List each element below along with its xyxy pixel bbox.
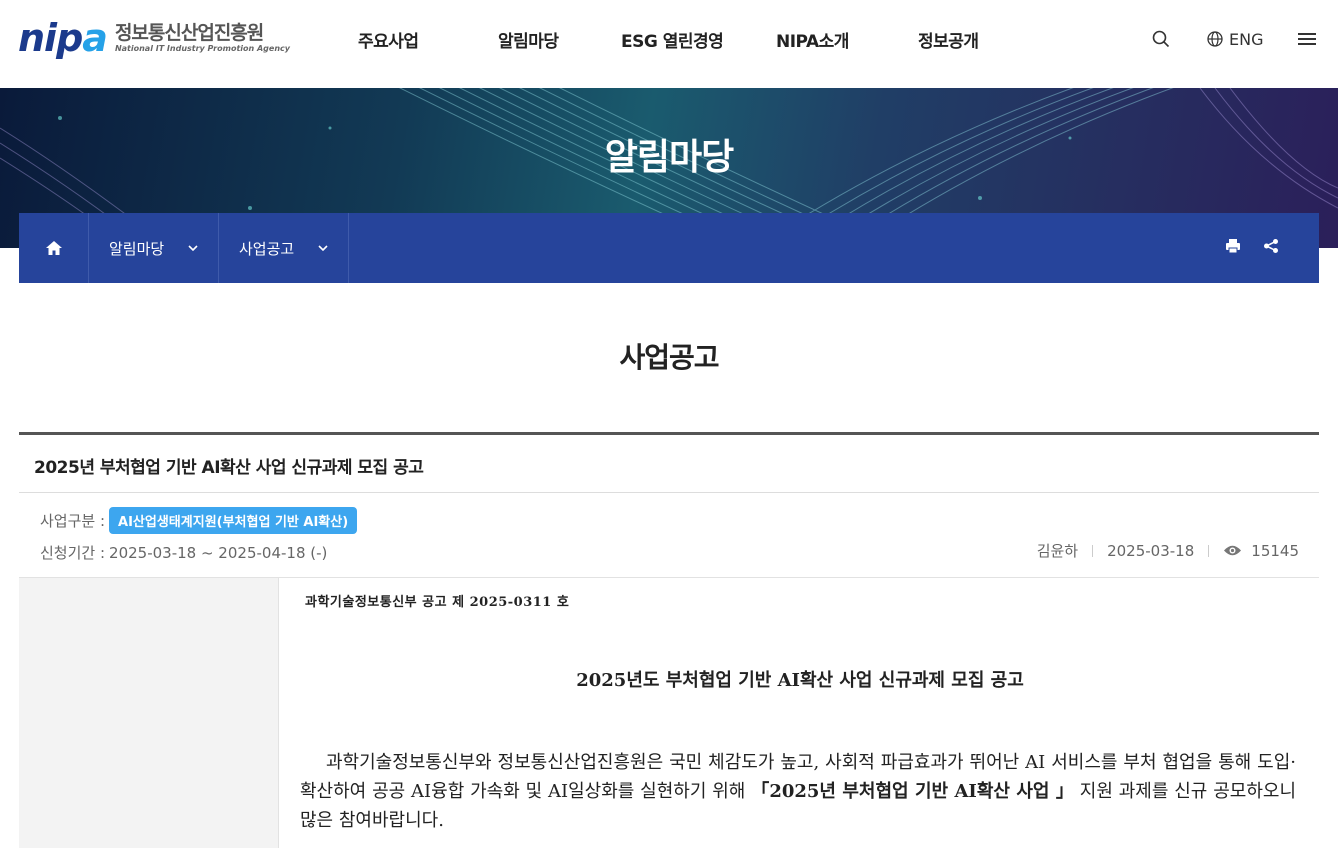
home-icon bbox=[45, 241, 62, 255]
post-title: 2025년 부처협업 기반 AI확산 사업 신규과제 모집 공고 bbox=[34, 458, 424, 478]
period-value: 2025-03-18 ~ 2025-04-18 (-) bbox=[109, 543, 328, 562]
divider bbox=[19, 492, 1319, 493]
document-title: 2025년도 부처협업 기반 AI확산 사업 신규과제 모집 공고 bbox=[576, 670, 1024, 691]
language-label: ENG bbox=[1229, 29, 1264, 49]
chevron-down-icon bbox=[318, 245, 328, 251]
logo-korean-name: 정보통신산업진흥원 bbox=[114, 22, 264, 44]
location-bar: 알림마당 사업공고 bbox=[19, 213, 1319, 283]
nav-item-main-business[interactable]: 주요사업 bbox=[358, 27, 419, 52]
document-number: 과학기술정보통신부 공고 제 2025-0311 호 bbox=[305, 595, 570, 610]
attachment-panel bbox=[19, 578, 279, 848]
site-logo[interactable]: nipa 정보통신산업진흥원 National IT Industry Prom… bbox=[18, 18, 290, 58]
logo-english-name: National IT Industry Promotion Agency bbox=[114, 44, 290, 53]
share-icon[interactable] bbox=[1263, 238, 1279, 254]
banner-title: 알림마당 bbox=[604, 137, 734, 178]
search-button[interactable] bbox=[1152, 28, 1170, 50]
language-button[interactable]: ENG bbox=[1207, 28, 1263, 50]
category-label: 사업구분 : bbox=[40, 512, 106, 530]
post-date: 2025-03-18 bbox=[1107, 541, 1195, 560]
home-button[interactable] bbox=[19, 213, 89, 283]
location-depth2-label: 사업공고 bbox=[239, 239, 295, 258]
nav-item-disclosure[interactable]: 정보공개 bbox=[918, 27, 979, 52]
nav-item-about[interactable]: NIPA소개 bbox=[776, 27, 849, 52]
logo-mark: nipa bbox=[18, 16, 108, 60]
location-dropdown-depth1[interactable]: 알림마당 bbox=[89, 213, 219, 283]
category-badge: AI산업생태계지원(부처협업 기반 AI확산) bbox=[109, 507, 358, 534]
site-header: nipa 정보통신산업진흥원 National IT Industry Prom… bbox=[0, 0, 1338, 88]
post-meta: 김윤하 2025-03-18 15145 bbox=[1037, 540, 1299, 561]
document-body: 과학기술정보통신부와 정보통신산업진흥원은 국민 체감도가 높고, 사회적 파급… bbox=[300, 752, 1296, 831]
location-dropdown-depth2[interactable]: 사업공고 bbox=[219, 213, 349, 283]
post-category: 사업구분 : AI산업생태계지원(부처협업 기반 AI확산) bbox=[40, 507, 358, 534]
nav-item-esg[interactable]: ESG 열린경영 bbox=[621, 27, 724, 52]
post-author: 김윤하 bbox=[1036, 542, 1079, 560]
print-icon[interactable] bbox=[1225, 238, 1241, 254]
globe-icon bbox=[1207, 31, 1223, 47]
search-icon bbox=[1152, 30, 1170, 48]
hamburger-icon bbox=[1298, 33, 1316, 45]
menu-button[interactable] bbox=[1298, 28, 1316, 50]
post-views: 15145 bbox=[1251, 541, 1299, 560]
nav-item-notice[interactable]: 알림마당 bbox=[498, 27, 559, 52]
location-tools bbox=[1225, 238, 1279, 254]
page-title: 사업공고 bbox=[619, 341, 719, 374]
chevron-down-icon bbox=[188, 245, 198, 251]
location-depth1-label: 알림마당 bbox=[109, 239, 165, 258]
period-label: 신청기간 : bbox=[40, 544, 106, 562]
post-period: 신청기간 : 2025-03-18 ~ 2025-04-18 (-) bbox=[40, 542, 327, 563]
eye-icon bbox=[1224, 545, 1242, 556]
board-top-border bbox=[19, 432, 1319, 435]
